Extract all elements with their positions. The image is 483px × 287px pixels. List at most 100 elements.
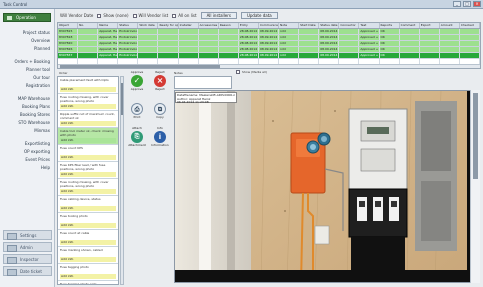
list-item[interactable]: Fuse marking shown, cabled Add info [58,247,118,264]
table-cell [299,47,320,52]
checkbox-icon[interactable] [172,13,177,18]
list-item[interactable]: Fuse count KPS Add info [58,145,118,162]
settings-button[interactable]: Settings [3,230,52,240]
filter-check-show[interactable]: Show (none) [97,13,129,18]
column-header[interactable]: Start Date [299,23,320,28]
column-header[interactable]: Export [420,23,440,28]
close-icon[interactable]: × [473,1,481,7]
sidebar-item-booking-stores[interactable]: Booking Stores [0,111,50,119]
list-item-description: Fuse KPS fiber lead / with fuse position… [60,163,106,171]
list-item[interactable]: Ripple suffix not of maximum count, comm… [58,111,118,128]
sidebar-item-event-prices[interactable]: Event Prices [0,156,50,164]
sidebar-item-registration[interactable]: Registration [0,82,50,90]
reject-button[interactable]: Reject × Reject [150,70,170,94]
column-header[interactable]: Object [58,23,79,28]
list-item[interactable]: Fuse cabling device, status Add info [58,196,118,213]
filter-check-list[interactable]: All on list [172,13,197,18]
all-installers-button[interactable]: All installers [200,12,237,19]
inspector-button[interactable]: Inspector [3,254,52,264]
list-item[interactable]: Fuse routing missing, with cover positio… [58,94,118,111]
sidebar-item-overview[interactable]: Overview [0,37,50,45]
column-header[interactable]: Amount [440,23,460,28]
list-item[interactable]: Fuse KPS fiber lead / with fuse position… [58,162,118,179]
minimize-icon[interactable]: _ [453,1,461,7]
admin-button[interactable]: Admin [3,242,52,252]
operation-button[interactable]: Operation [3,13,51,22]
table-cell: 28.08.2014 [239,35,259,40]
sidebar-item-planner[interactable]: Planner tool [0,66,50,74]
horizontal-scrollbar[interactable] [58,64,480,68]
copy-button[interactable]: ⧉ Copy [150,98,170,122]
table-cell [219,53,239,58]
column-header[interactable]: Reports [380,23,400,28]
table-cell: OK [380,47,400,52]
sidebar-nav: Project status Overview Planned Orders +… [0,29,51,172]
sidebar-item-tour[interactable]: Our tour [0,74,50,82]
notes-field[interactable] [174,76,232,89]
sidebar-bottom-buttons: Settings Admin Inspector Date ticket [3,230,52,278]
list-item-description: Fuse count KPS [60,146,83,150]
sidebar-item-orders[interactable]: Orders + Booking [0,58,51,66]
column-header[interactable]: Name [98,23,119,28]
sidebar-item-booking-plans[interactable]: Booking Plans [0,103,50,111]
column-header[interactable]: Checked [460,23,480,28]
sidebar-item-planned[interactable]: Planned [0,45,50,53]
list-item[interactable]: Fuse routing missing, with cover positio… [58,179,118,196]
checkbox-icon[interactable] [236,70,240,74]
list-item[interactable]: Fuse tooling photo Add info [58,213,118,230]
table-cell: 08.09.2014 08:08 [320,35,340,40]
table-cell [440,41,460,46]
checkbox-icon[interactable] [132,13,137,18]
sidebar-item-op-exporting[interactable]: OP exporting [0,148,50,156]
column-header[interactable]: Reason [219,23,239,28]
show-media-toggle[interactable]: Show (Media all) [236,70,267,74]
list-scrollbar[interactable] [120,76,124,285]
table-cell: ndd [279,47,300,52]
table-cell [400,29,420,34]
list-item[interactable]: Fuse tagging photo note [58,281,118,285]
table-cell: Approved + initial [360,29,380,34]
filter-check-vendor[interactable]: Will Vendor list [132,13,168,18]
date-ticket-button[interactable]: Date ticket [3,266,52,276]
column-header[interactable]: Work date [138,23,159,28]
column-header[interactable]: Status date [319,23,340,28]
sidebar-item-help[interactable]: Help [0,164,50,172]
update-data-button[interactable]: Update data [240,12,278,19]
sidebar-item-project-status[interactable]: Project status [0,29,50,37]
reject-icon: × [154,75,166,87]
meter-photo[interactable] [174,90,480,283]
list-item[interactable]: Fuse count at cable Add info [58,230,118,247]
column-header[interactable]: Communication [259,23,280,28]
list-item-status: Add info [60,189,116,194]
checkbox-icon[interactable] [97,13,102,18]
sidebar-item-exportlisting[interactable]: Exportlisting [0,140,50,148]
table-cell [219,41,239,46]
column-header[interactable]: Connector [339,23,360,28]
list-item-description: Fuse tagging photo note [60,282,97,285]
column-header[interactable]: Status [118,23,139,28]
column-header[interactable]: No. [78,23,99,28]
column-header[interactable]: Accessories [199,23,219,28]
table-cell [339,47,360,52]
approve-button[interactable]: Approve ✓ Approve [127,70,147,94]
table-cell: 8307826 [58,47,79,52]
maximize-icon[interactable]: □ [463,1,471,7]
table-cell: OK [380,53,400,58]
list-item[interactable]: Fuse tagging photo Add info [58,264,118,281]
table-cell [179,29,199,34]
photo-scrollbar[interactable] [470,90,480,283]
list-item[interactable]: Cable placement fault with Opto Add info [58,77,118,94]
column-header[interactable]: Entry [239,23,259,28]
sidebar-item-sto-warehouse[interactable]: STO Warehouse [0,119,50,127]
attachment-button[interactable]: Attach ⎘ Attachment [127,126,147,150]
sidebar-item-minmax[interactable]: Minmax [0,127,50,135]
column-header[interactable]: Test [359,23,380,28]
column-header[interactable]: Comment [400,23,420,28]
info-button[interactable]: Info i Information [150,126,170,150]
list-item[interactable]: Cable tool meter ok, check: missing with… [58,128,118,145]
sidebar-item-map-warehouse[interactable]: MAP Warehouse [0,95,50,103]
column-header[interactable]: Ready for operation [158,23,179,28]
column-header[interactable]: Installer [179,23,199,28]
column-header[interactable]: Note [279,23,300,28]
print-button[interactable]: ⎙ Print [127,98,147,122]
